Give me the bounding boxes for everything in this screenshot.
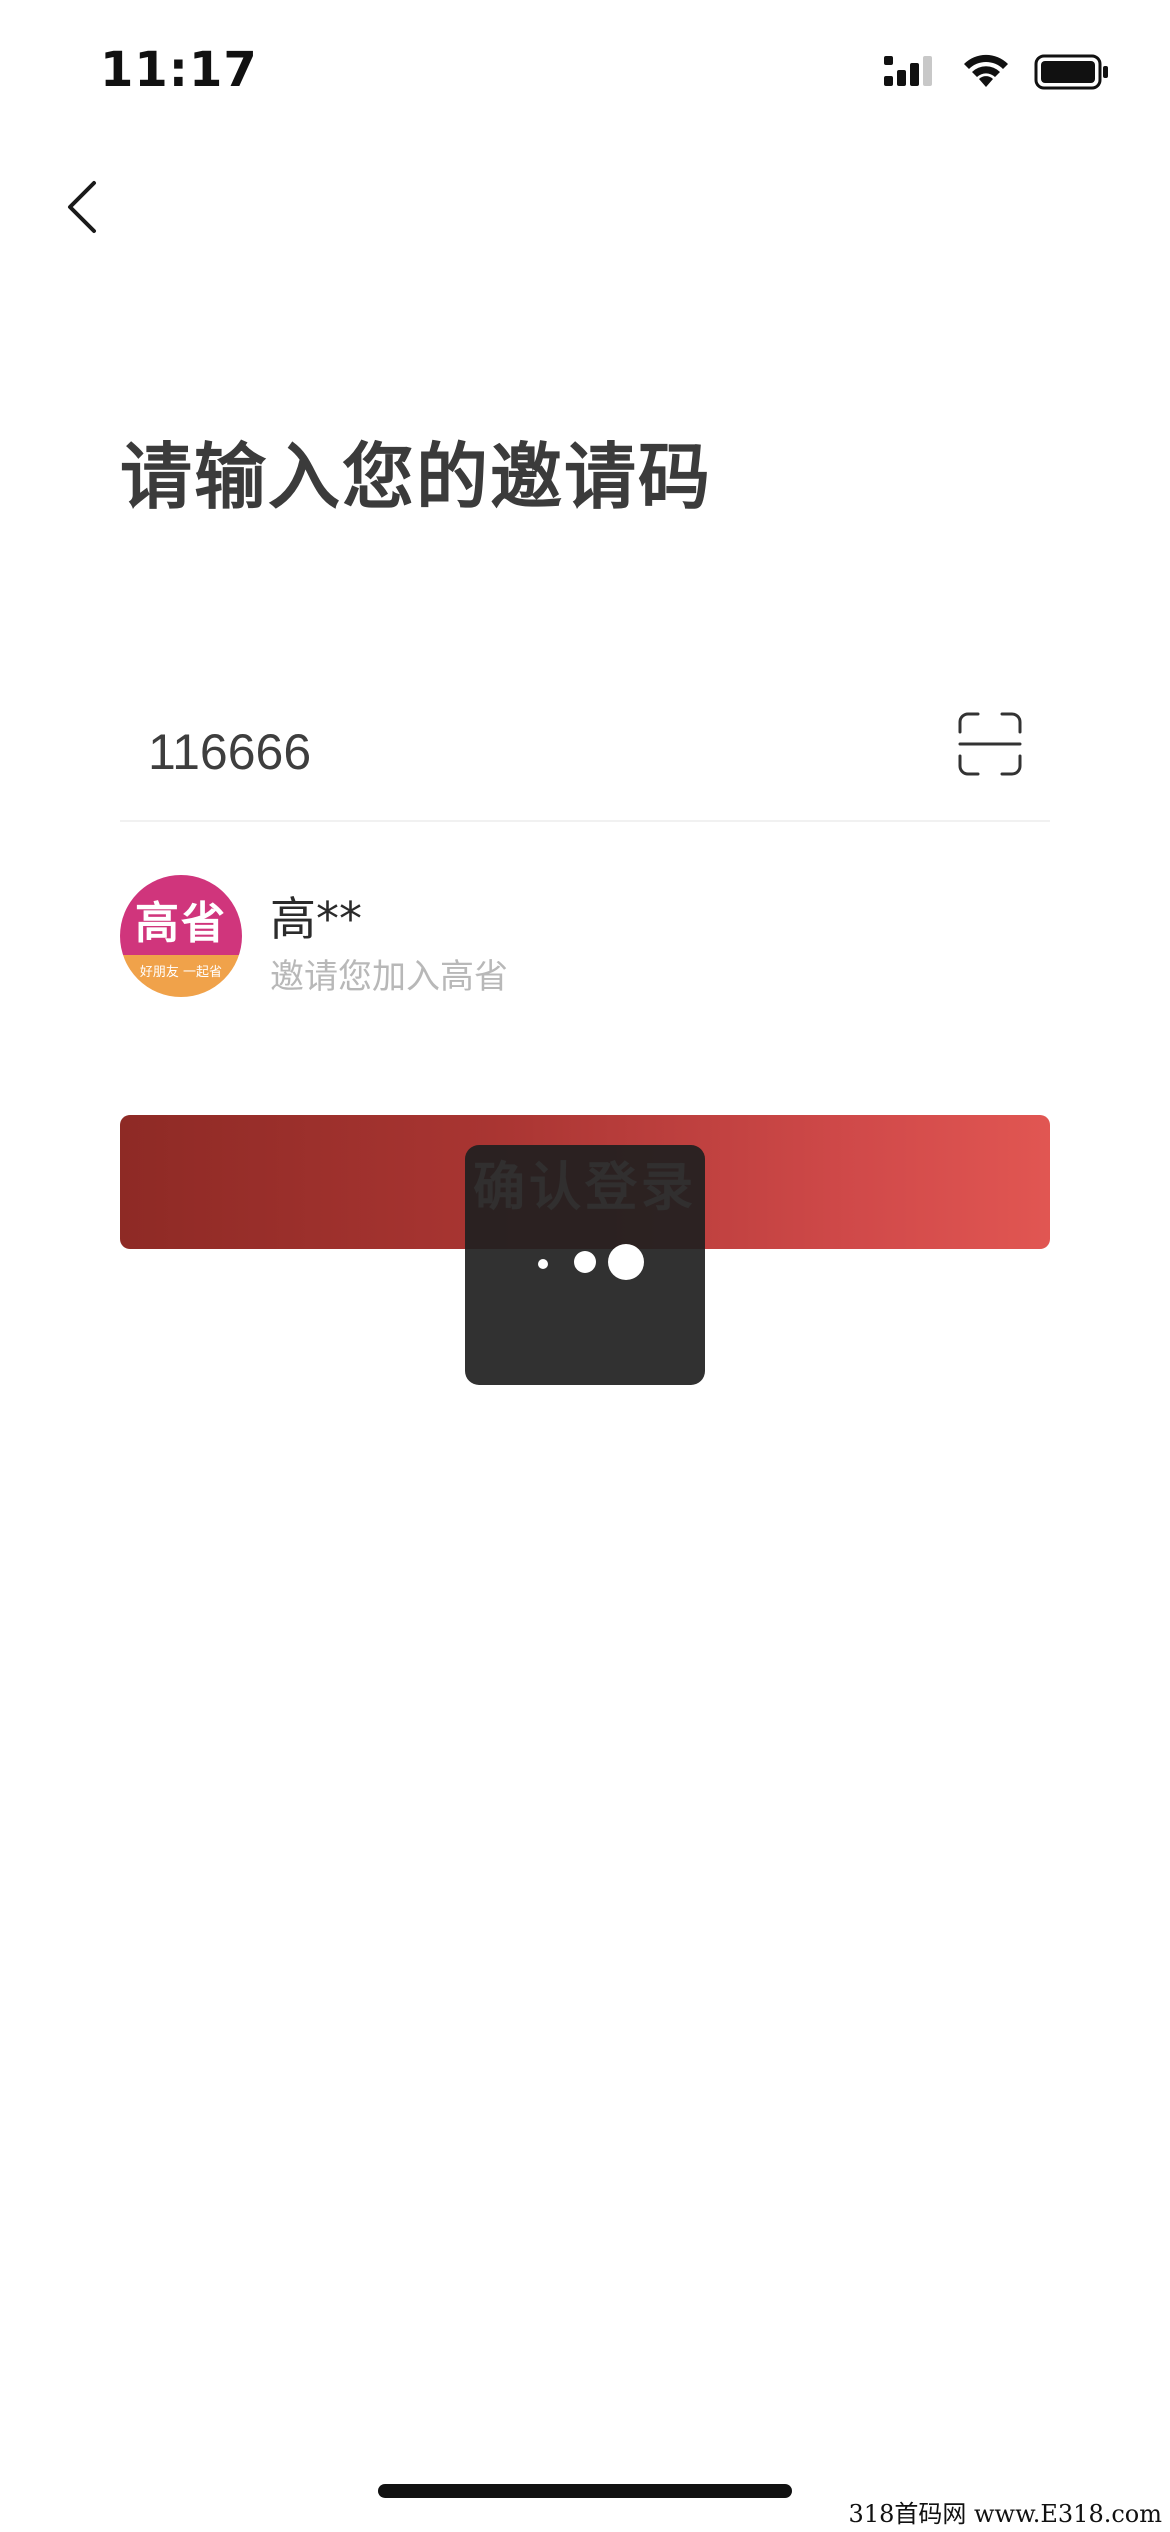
watermark: 318首码网 www.E318.com [848,2500,1162,2528]
invite-code-input[interactable] [148,712,848,792]
inviter-message: 邀请您加入高省 [270,957,508,997]
chevron-left-icon [68,181,96,233]
avatar-tagline: 好朋友 一起省 [139,965,223,980]
page-title: 请输入您的邀请码 [120,435,713,519]
scan-frame-icon [958,712,1022,776]
invite-code-row [120,690,1050,822]
avatar-brand-text: 高省 [135,898,227,949]
status-icons [884,52,1110,92]
wifi-icon [964,54,1008,87]
cellular-signal-icon [884,56,932,86]
loading-dot-icon [574,1251,596,1273]
invite-code-screen: 11:17 请输入您的邀请码 116666 高省 好朋友 一起省 高** 邀请您… [0,0,1170,2532]
battery-icon [1034,54,1108,90]
inviter-card: 高省 好朋友 一起省 高** 邀请您加入高省 [120,875,1050,1005]
avatar: 高省 好朋友 一起省 [120,875,242,997]
loading-dot-icon [608,1244,644,1280]
loading-dot-icon [538,1259,548,1269]
loading-toast [465,1145,705,1385]
home-indicator[interactable] [378,2484,792,2498]
back-button[interactable] [52,172,112,242]
scan-button[interactable] [954,708,1026,780]
inviter-name: 高** [270,892,362,946]
status-time: 11:17 [100,42,258,98]
